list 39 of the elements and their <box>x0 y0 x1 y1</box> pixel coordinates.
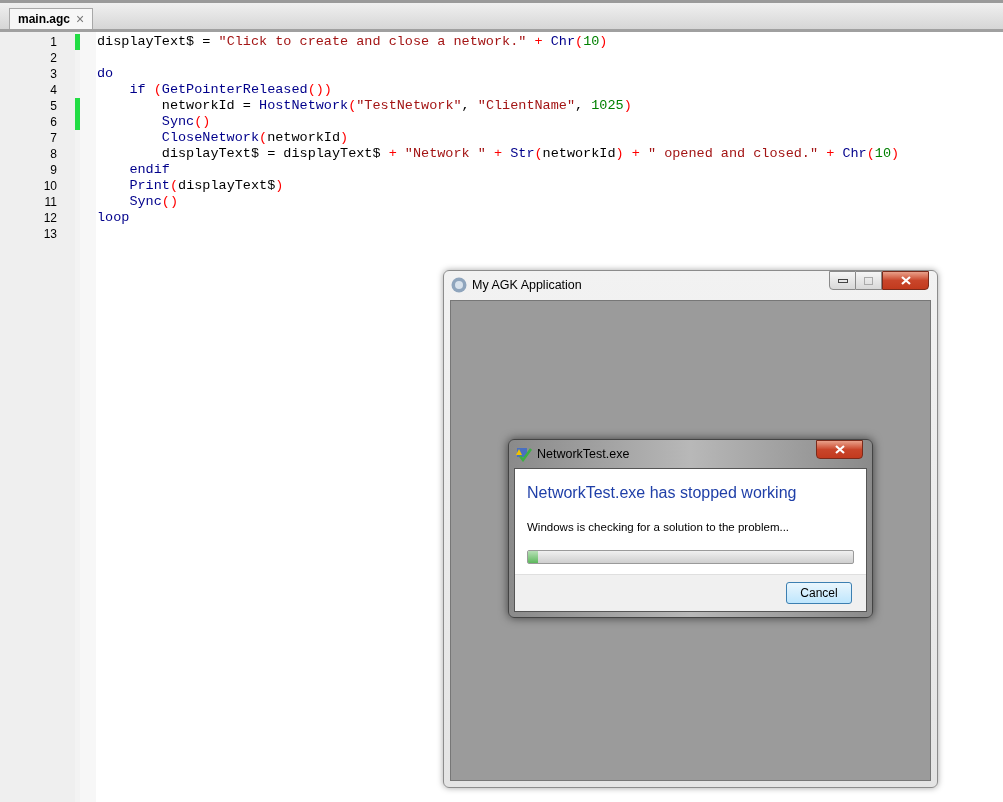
line-number: 4 <box>50 82 57 99</box>
code-line: do <box>97 66 114 82</box>
dialog-title: NetworkTest.exe <box>537 446 630 463</box>
line-number: 2 <box>50 50 57 67</box>
code-line: loop <box>97 210 130 226</box>
line-number: 9 <box>50 162 57 179</box>
close-button[interactable] <box>882 271 929 290</box>
line-number: 1 <box>50 34 57 51</box>
file-tab[interactable]: main.agc × <box>9 8 94 29</box>
tab-label: main.agc <box>18 11 71 28</box>
line-number: 5 <box>50 98 57 115</box>
line-number: 3 <box>50 66 57 83</box>
code-line: Print(displayText$) <box>128 178 284 194</box>
line-number: 10 <box>43 178 57 195</box>
error-report-icon <box>516 446 532 463</box>
code-line: endif <box>128 162 170 178</box>
code-line: Sync() <box>128 194 178 210</box>
code-line: displayText$ = displayText$ + "Network " + Str(networkId) + " opened and closed." + Chr(10) <box>160 146 900 162</box>
line-number: 8 <box>50 146 57 163</box>
line-number: 12 <box>43 210 57 227</box>
app-logo-icon <box>451 277 467 294</box>
line-number: 7 <box>50 130 57 147</box>
window-title: My AGK Application <box>472 277 582 294</box>
dialog-message: Windows is checking for a solution to the problem... <box>527 520 791 535</box>
tab-close[interactable]: × <box>76 8 85 30</box>
close-icon <box>900 276 911 285</box>
code-line: CloseNetwork(networkId) <box>160 130 349 146</box>
code-line: networkId = HostNetwork("TestNetwork", "ClientName", 1025) <box>160 98 632 114</box>
line-number: 6 <box>50 114 57 131</box>
minimize-button[interactable] <box>829 271 856 290</box>
code-line: if (GetPointerReleased()) <box>128 82 332 98</box>
code-line: displayText$ = "Click to create and close a network." + Chr(10) <box>97 34 608 50</box>
dialog-heading: NetworkTest.exe has stopped working <box>527 483 798 503</box>
line-number: 13 <box>43 226 57 243</box>
code-line: Sync() <box>160 114 211 130</box>
line-number: 11 <box>44 194 57 211</box>
cancel-button[interactable]: Cancel <box>786 582 852 605</box>
close-icon <box>834 445 845 454</box>
close-button[interactable] <box>816 440 863 459</box>
